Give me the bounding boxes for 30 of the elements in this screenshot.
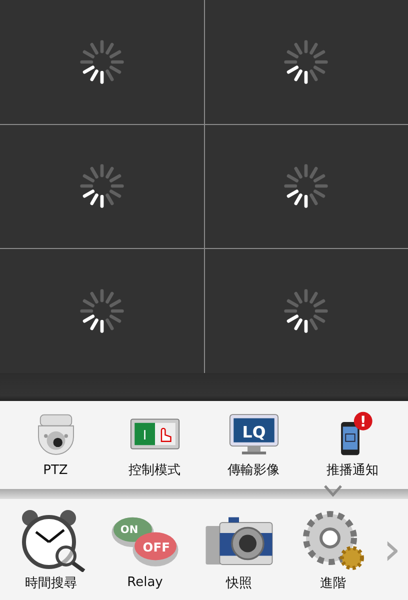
quality-label: LQ: [242, 422, 266, 442]
function-button[interactable]: I 控制模式: [110, 411, 200, 479]
loading-spinner-icon: [78, 38, 126, 86]
off-label: OFF: [142, 540, 170, 554]
tool-button[interactable]: 進階: [286, 508, 380, 592]
tool-button[interactable]: 快照: [192, 508, 286, 592]
video-cell[interactable]: [0, 124, 204, 248]
tool-button[interactable]: 時間搜尋: [4, 508, 98, 592]
monitor-icon: [228, 414, 278, 454]
loading-spinner-icon: [282, 162, 330, 210]
video-cell[interactable]: [0, 249, 204, 373]
alert-mark: !: [359, 414, 366, 431]
video-cell[interactable]: [0, 0, 204, 124]
video-cell[interactable]: [204, 249, 408, 373]
pointer-notch-icon: [323, 485, 343, 497]
loading-spinner-icon: [282, 38, 330, 86]
loading-spinner-icon: [78, 162, 126, 210]
switch-hand-icon: [130, 418, 180, 450]
on-label: ON: [120, 524, 138, 536]
on-off-buttons-icon: [112, 517, 178, 566]
phone-alert-icon: [340, 412, 372, 456]
function-button[interactable]: PTZ: [10, 412, 100, 478]
loading-spinner-icon: [282, 287, 330, 336]
tool-button[interactable]: ON OFF Relay: [98, 509, 192, 590]
video-cell[interactable]: [204, 124, 408, 248]
switch-label: I: [142, 428, 146, 444]
function-button[interactable]: ! 推播通知: [308, 411, 398, 479]
loading-spinner-icon: [78, 287, 126, 336]
function-button[interactable]: LQ 傳輸影像: [208, 411, 298, 479]
video-cell[interactable]: [204, 0, 408, 124]
